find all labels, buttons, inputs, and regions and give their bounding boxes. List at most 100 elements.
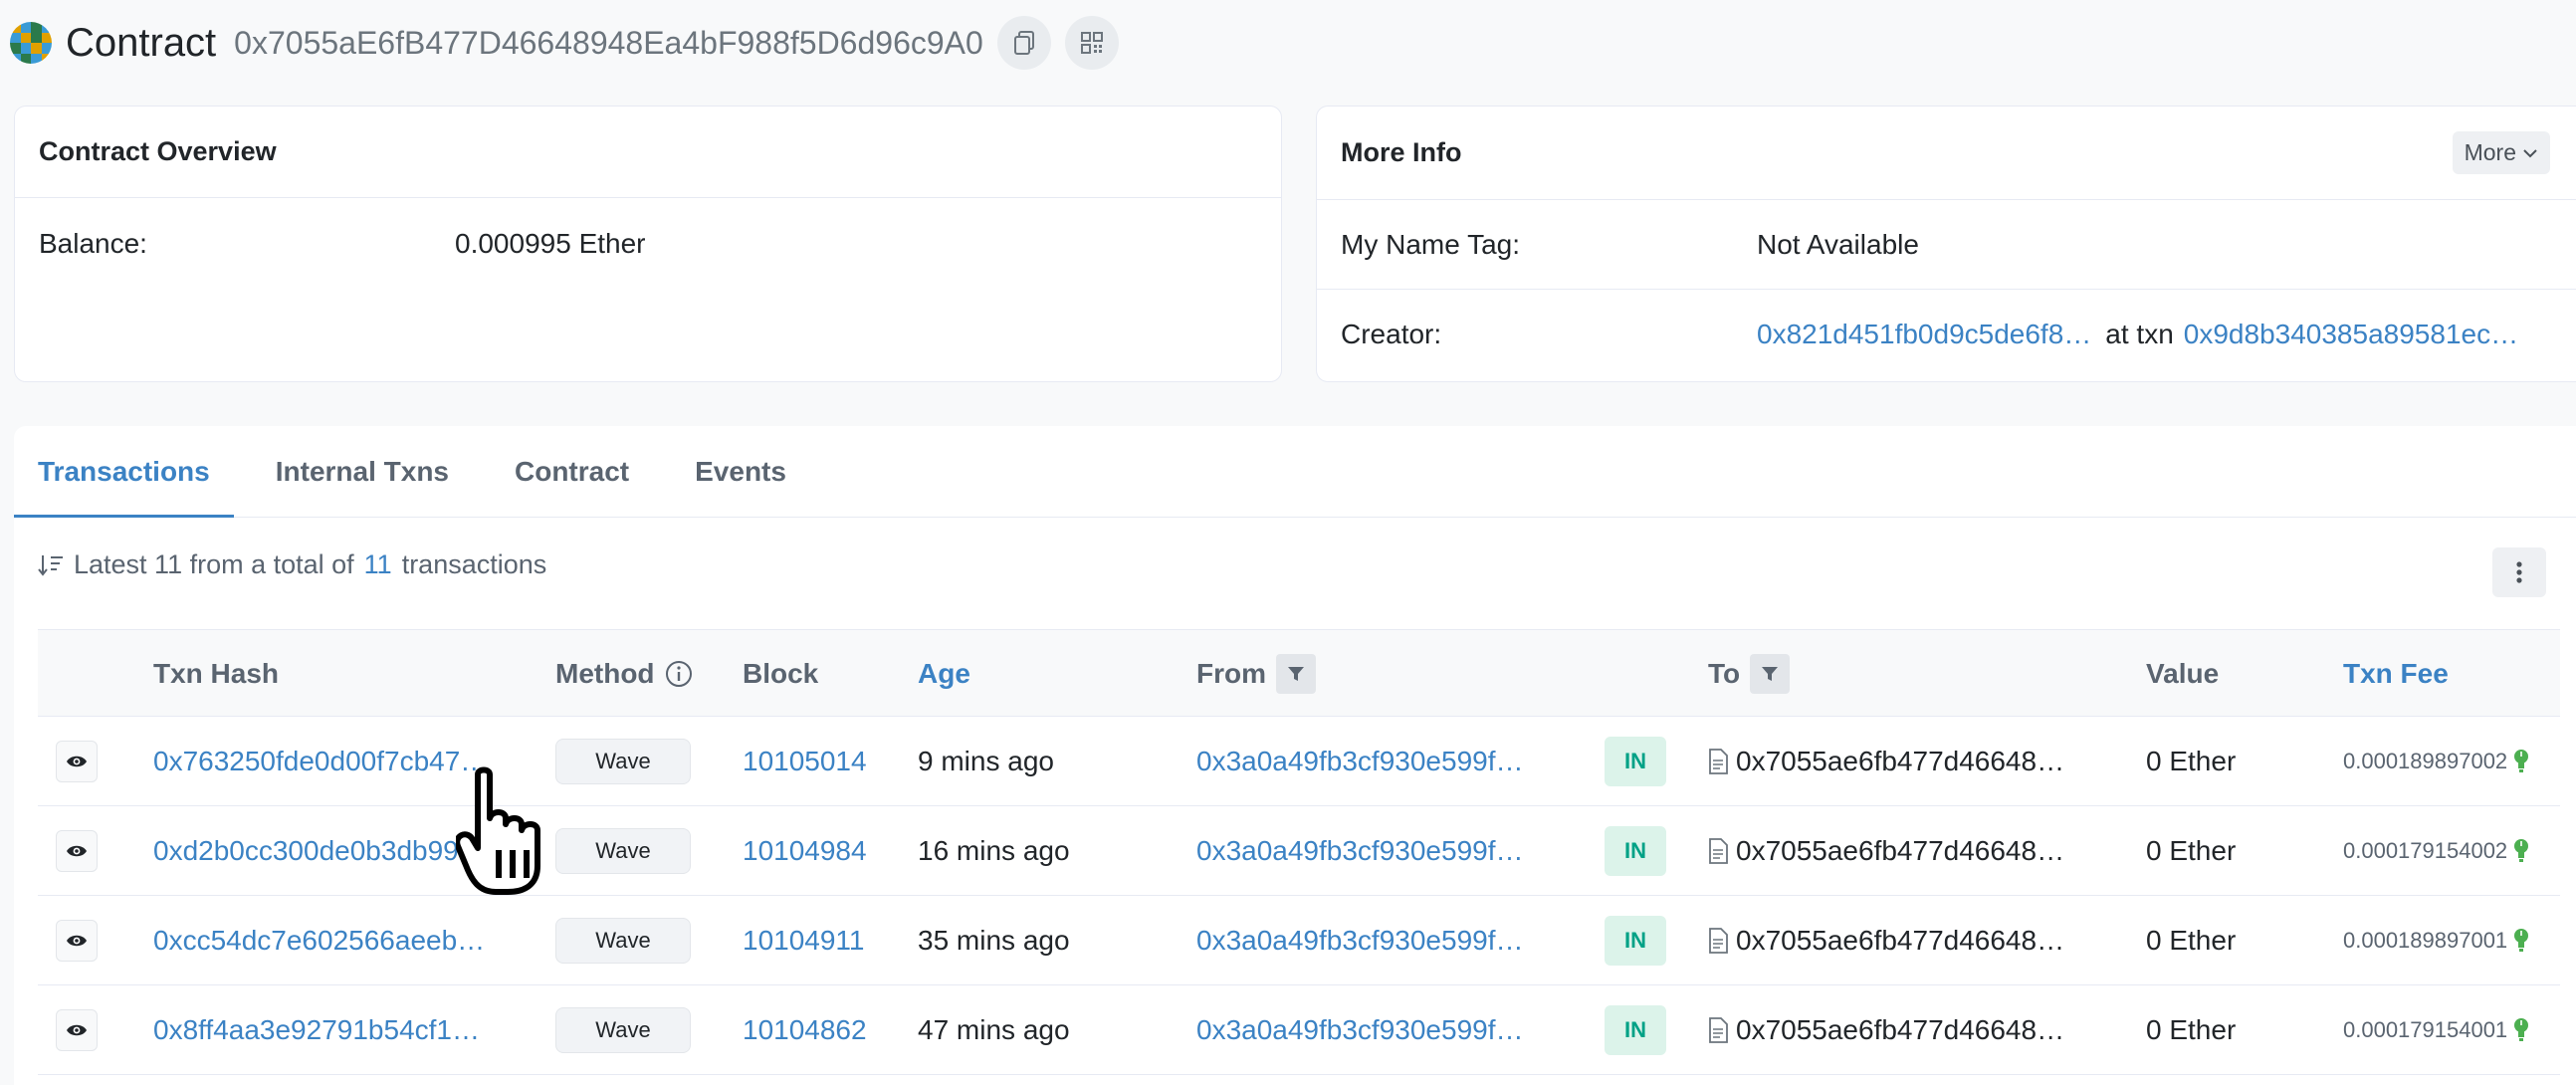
card-title: More Info xyxy=(1341,137,1462,167)
tab-contract[interactable]: Contract xyxy=(491,426,653,518)
avatar-tile xyxy=(41,53,52,64)
txn-hash-link[interactable]: 0x8ff4aa3e92791b54cf1… xyxy=(153,1014,480,1046)
col-txn-fee[interactable]: Txn Fee xyxy=(2343,630,2449,718)
from-address-link[interactable]: 0x3a0a49fb3cf930e599f… xyxy=(1196,746,1524,777)
creator-address-link[interactable]: 0x821d451fb0d9c5de6f8… xyxy=(1757,319,2091,350)
contract-file-icon xyxy=(1709,749,1728,774)
tab-transactions[interactable]: Transactions xyxy=(14,426,234,519)
txn-hash-link[interactable]: 0x763250fde0d00f7cb47… xyxy=(153,746,488,777)
avatar-tile xyxy=(20,22,31,33)
tab-internal-txns[interactable]: Internal Txns xyxy=(252,426,473,518)
from-address-link[interactable]: 0x3a0a49fb3cf930e599f… xyxy=(1196,835,1524,867)
page-header: Contract 0x7055aE6fB477D46648948Ea4bF988… xyxy=(10,12,1119,74)
avatar-tile xyxy=(10,53,21,64)
table-body: 0x763250fde0d00f7cb47… Wave 10105014 9 m… xyxy=(38,717,2560,1075)
tab-events[interactable]: Events xyxy=(671,426,810,518)
view-details-button[interactable] xyxy=(56,741,98,782)
balance-label: Balance: xyxy=(39,228,147,259)
avatar-tile xyxy=(20,32,31,43)
to-address: 0x7055ae6fb477d46648… xyxy=(1736,746,2065,776)
value-text: 0 Ether xyxy=(2146,925,2237,956)
balance-value: 0.000995 Ether xyxy=(455,228,646,259)
table-row: 0xd2b0cc300de0b3db99… Wave 10104984 16 m… xyxy=(38,806,2560,896)
more-options-button[interactable] xyxy=(2492,547,2546,597)
eye-icon xyxy=(67,756,87,767)
direction-badge: IN xyxy=(1605,916,1666,966)
col-to: To xyxy=(1708,630,1791,718)
row-preview-cell xyxy=(56,985,98,1075)
from-address-link[interactable]: 0x3a0a49fb3cf930e599f… xyxy=(1196,925,1524,957)
contract-address: 0x7055aE6fB477D46648948Ea4bF988f5D6d96c9… xyxy=(234,24,983,61)
qr-code-button[interactable] xyxy=(1064,16,1119,70)
block-link[interactable]: 10104911 xyxy=(743,925,865,957)
avatar-tile xyxy=(10,32,21,43)
eye-icon xyxy=(67,845,87,857)
gas-bulb-icon[interactable] xyxy=(2513,749,2529,774)
tab-bar: Transactions Internal Txns Contract Even… xyxy=(14,426,2576,519)
gas-bulb-icon[interactable] xyxy=(2513,1017,2529,1043)
contract-avatar xyxy=(10,22,52,64)
col-from-label: From xyxy=(1196,658,1266,689)
avatar-tile xyxy=(41,32,52,43)
method-badge: Wave xyxy=(555,1007,691,1053)
creator-txn-link[interactable]: 0x9d8b340385a89581ec… xyxy=(2184,319,2518,350)
from-address-link[interactable]: 0x3a0a49fb3cf930e599f… xyxy=(1196,1014,1524,1046)
to-filter-button[interactable] xyxy=(1750,654,1791,694)
block-link[interactable]: 10104862 xyxy=(743,1014,867,1046)
more-info-card: More Info More My Name Tag: Not Availabl… xyxy=(1316,106,2576,382)
filter-icon xyxy=(1762,667,1779,681)
copy-address-button[interactable] xyxy=(996,16,1051,70)
row-preview-cell xyxy=(56,896,98,985)
txn-fee-text: 0.000189897001 xyxy=(2343,928,2508,953)
kebab-menu-icon xyxy=(2516,561,2522,583)
block-link[interactable]: 10105014 xyxy=(743,746,867,777)
gas-bulb-icon[interactable] xyxy=(2513,928,2529,954)
value-text: 0 Ether xyxy=(2146,835,2237,866)
table-row: 0x8ff4aa3e92791b54cf1… Wave 10104862 47 … xyxy=(38,985,2560,1075)
creator-label: Creator: xyxy=(1341,319,1442,349)
from-filter-button[interactable] xyxy=(1276,654,1316,694)
card-title: Contract Overview xyxy=(39,136,277,166)
col-value: Value xyxy=(2146,658,2220,689)
name-tag-row: My Name Tag: Not Available xyxy=(1317,200,2576,290)
col-age[interactable]: Age xyxy=(918,630,970,718)
col-block: Block xyxy=(743,658,819,689)
info-icon[interactable] xyxy=(665,660,693,688)
table-row: 0x763250fde0d00f7cb47… Wave 10105014 9 m… xyxy=(38,717,2560,806)
direction-badge: IN xyxy=(1605,737,1666,786)
block-link[interactable]: 10104984 xyxy=(743,835,867,867)
value-text: 0 Ether xyxy=(2146,1014,2237,1045)
contract-file-icon xyxy=(1709,928,1728,954)
copy-icon xyxy=(1013,31,1034,55)
eye-icon xyxy=(67,1024,87,1036)
avatar-tile xyxy=(20,53,31,64)
txn-fee-text: 0.000179154002 xyxy=(2343,838,2508,863)
view-details-button[interactable] xyxy=(56,920,98,962)
age-text: 9 mins ago xyxy=(918,746,1054,776)
view-details-button[interactable] xyxy=(56,1009,98,1051)
txn-fee-text: 0.000189897002 xyxy=(2343,749,2508,773)
filter-icon xyxy=(1288,667,1304,681)
direction-badge: IN xyxy=(1605,826,1666,876)
value-text: 0 Ether xyxy=(2146,746,2237,776)
txn-hash-link[interactable]: 0xcc54dc7e602566aeeb… xyxy=(153,925,485,957)
method-badge: Wave xyxy=(555,828,691,874)
col-txn-hash: Txn Hash xyxy=(153,658,280,689)
sort-icon xyxy=(38,554,63,576)
avatar-tile xyxy=(41,22,52,33)
summary-prefix: Latest 11 from a total of xyxy=(74,549,354,579)
avatar-tile xyxy=(31,32,42,43)
txn-hash-link[interactable]: 0xd2b0cc300de0b3db99… xyxy=(153,835,487,867)
gas-bulb-icon[interactable] xyxy=(2513,838,2529,864)
col-from: From xyxy=(1196,630,1316,718)
transactions-summary: Latest 11 from a total of 11 transaction… xyxy=(38,549,546,580)
view-details-button[interactable] xyxy=(56,830,98,872)
qr-code-icon xyxy=(1080,32,1103,54)
hand-pointer-cursor xyxy=(456,766,540,895)
summary-count[interactable]: 11 xyxy=(364,549,392,580)
col-to-label: To xyxy=(1708,658,1741,689)
avatar-tile xyxy=(20,43,31,54)
at-txn-label: at txn xyxy=(2105,319,2174,349)
method-badge: Wave xyxy=(555,918,691,964)
more-dropdown-button[interactable]: More xyxy=(2452,131,2550,174)
